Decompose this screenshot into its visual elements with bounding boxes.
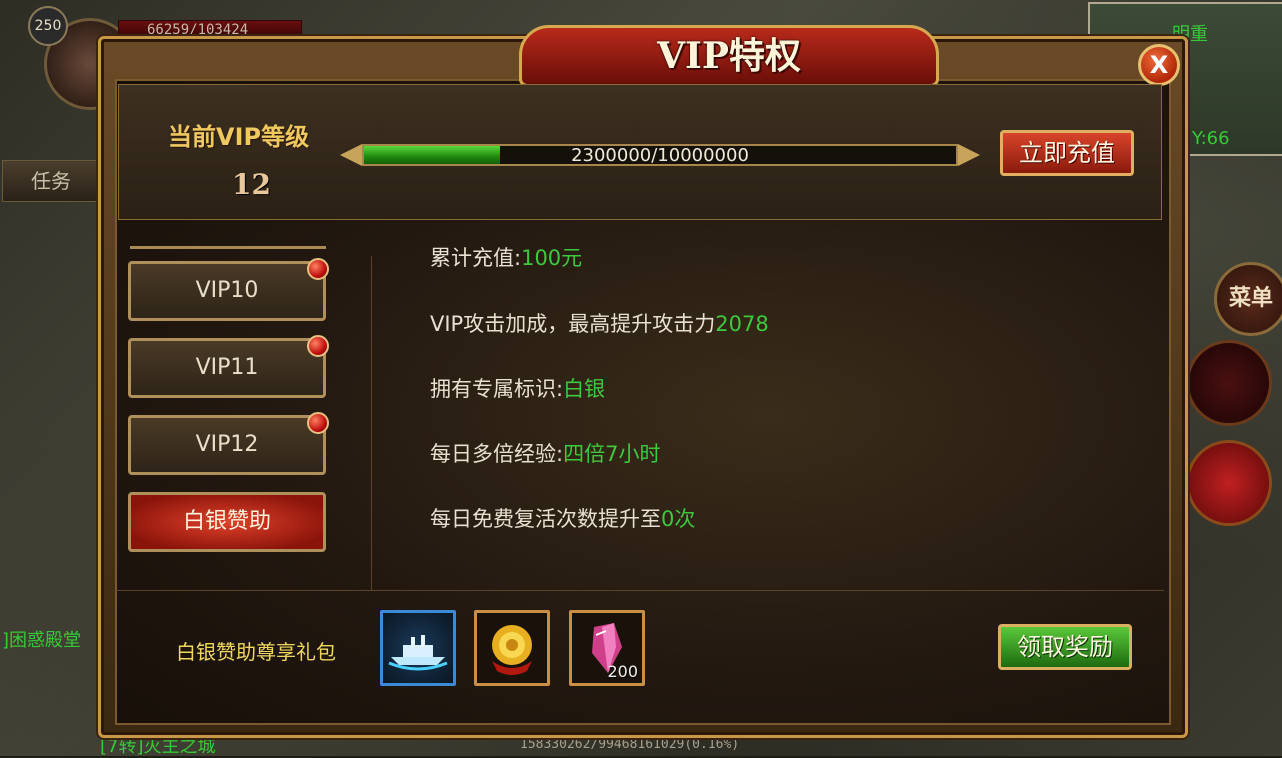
- dialog-title: VIP特权: [657, 35, 801, 77]
- benefit-label: 每日免费复活次数提升至: [430, 507, 661, 531]
- tab-label: VIP12: [195, 432, 259, 457]
- tab-label: VIP11: [195, 355, 259, 380]
- tab-label: VIP10: [195, 278, 259, 303]
- vip-tab-list[interactable]: VIP10 VIP11 VIP12 白银赞助: [128, 236, 329, 556]
- claim-reward-button[interactable]: 领取奖励: [998, 624, 1132, 670]
- notification-dot-icon: [307, 412, 329, 434]
- progress-right-cap: [958, 144, 980, 166]
- benefit-multi-exp: 每日多倍经验:四倍7小时: [430, 438, 660, 468]
- gift-pack-label: 白银赞助尊享礼包: [176, 640, 336, 664]
- title-plate: VIP特权: [519, 25, 939, 87]
- tab-scroll-stub: [130, 236, 326, 249]
- exp-readout: 158330262/99468161029(0.16%): [520, 737, 740, 752]
- benefit-attack-bonus: VIP攻击加成，最高提升攻击力2078: [430, 308, 769, 338]
- benefit-label: VIP攻击加成，最高提升攻击力: [430, 312, 716, 336]
- benefit-free-revive: 每日免费复活次数提升至0次: [430, 503, 695, 533]
- progress-text: 2300000/10000000: [571, 145, 749, 166]
- event-orb[interactable]: [1186, 440, 1272, 526]
- close-button[interactable]: X: [1138, 44, 1180, 86]
- benefit-total-recharge: 累计充值:100元: [430, 242, 582, 272]
- footer-divider: [116, 590, 1164, 591]
- content-divider: [371, 256, 372, 590]
- tab-vip10[interactable]: VIP10: [128, 258, 329, 321]
- reward-item-crystal[interactable]: 200: [569, 610, 645, 686]
- current-vip-level-label: 当前VIP等级: [168, 123, 310, 151]
- progress-left-cap: [340, 144, 362, 166]
- tab-silver-sponsor[interactable]: 白银赞助: [128, 492, 326, 552]
- notification-dot-icon: [307, 258, 329, 280]
- benefit-value: 0次: [661, 507, 696, 531]
- ship-icon: [388, 635, 448, 671]
- benefit-label: 每日多倍经验:: [430, 442, 564, 466]
- benefit-value: 2078: [715, 312, 769, 336]
- benefit-value: 四倍7小时: [563, 442, 661, 466]
- recharge-button[interactable]: 立即充值: [1000, 130, 1134, 176]
- player-level-badge: 250: [28, 6, 68, 46]
- current-vip-level-value: 12: [232, 168, 271, 201]
- tab-label: 白银赞助: [182, 509, 271, 534]
- menu-button[interactable]: 菜单: [1214, 262, 1282, 336]
- benefit-value: 白银: [563, 377, 606, 401]
- skill-orb[interactable]: [1186, 340, 1272, 426]
- benefit-label: 累计充值:: [430, 246, 522, 270]
- tab-vip12[interactable]: VIP12: [128, 412, 329, 475]
- item-count: 200: [607, 662, 638, 681]
- vip-progress: 2300000/10000000: [340, 140, 980, 170]
- notification-dot-icon: [307, 335, 329, 357]
- progress-track: 2300000/10000000: [362, 144, 958, 166]
- tab-vip11[interactable]: VIP11: [128, 335, 329, 398]
- minimap-coordinate: Y:66: [1192, 128, 1230, 149]
- zone-label: ]困惑殿堂: [2, 630, 82, 651]
- quest-button[interactable]: 任务: [2, 160, 100, 202]
- benefit-exclusive-badge: 拥有专属标识:白银: [430, 373, 605, 403]
- golden-rose-icon: [492, 625, 532, 675]
- benefit-value: 100元: [521, 246, 583, 270]
- benefit-label: 拥有专属标识:: [430, 377, 564, 401]
- reward-item-rose[interactable]: [474, 610, 550, 686]
- reward-item-ship[interactable]: [380, 610, 456, 686]
